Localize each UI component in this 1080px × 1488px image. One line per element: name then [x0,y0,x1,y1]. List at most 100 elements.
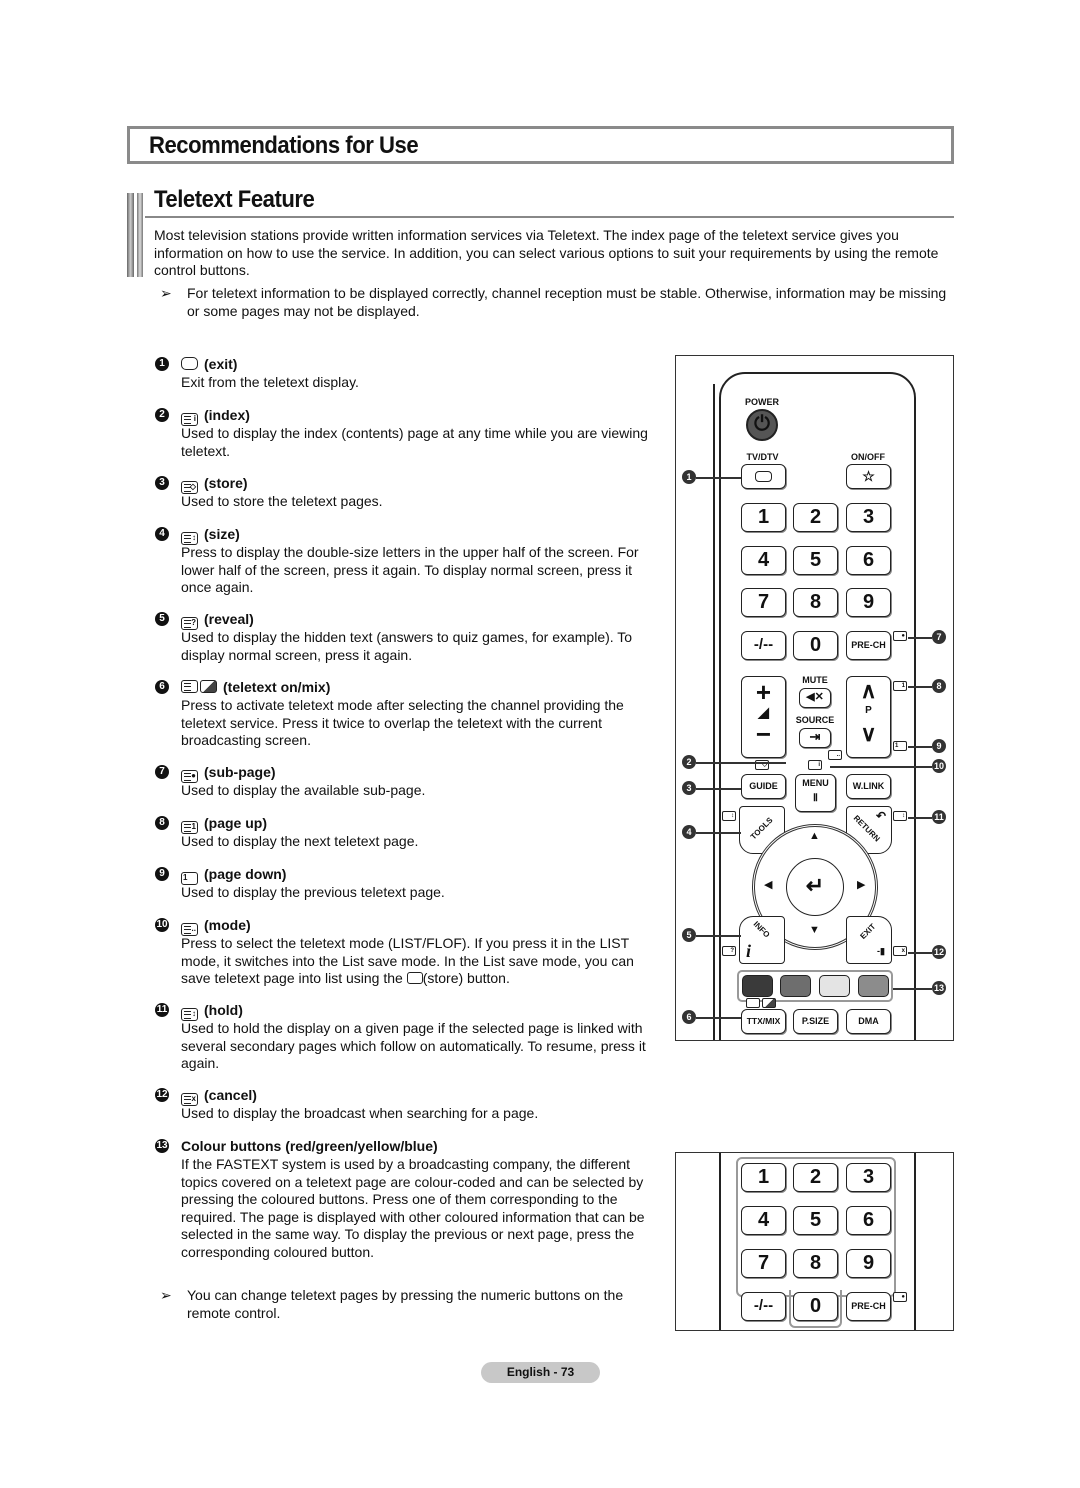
item-desc: Used to display the available sub-page. [181,782,426,798]
item-title: (sub-page) [204,764,276,780]
sub-page-icon: ● [893,631,907,641]
callout-8: 8 [932,679,946,693]
page-number: English - 73 [481,1362,600,1383]
green-button[interactable] [780,975,811,997]
prech-button[interactable]: PRE-CH [846,1292,891,1321]
prech-button[interactable]: PRE-CH [846,631,891,660]
right-arrow-button[interactable]: ▶ [857,878,865,891]
tvdtv-button[interactable] [741,464,786,489]
channel-down-icon[interactable]: ∨ [847,719,890,749]
item-desc: Used to display the next teletext page. [181,833,419,849]
callout-4: 4 [682,825,696,839]
teletext-mix-icon [200,680,217,693]
yellow-button[interactable] [819,975,850,997]
digit-5-button[interactable]: 5 [793,546,838,575]
teletext-on-icon [181,680,198,693]
digit-1-button[interactable]: 1 [741,503,786,532]
digit-8-button[interactable]: 8 [793,588,838,617]
digit-0-button[interactable]: 0 [793,1292,838,1321]
guide-button[interactable]: GUIDE [741,774,786,799]
callout-line [893,988,932,990]
callout-9: 9 [932,739,946,753]
return-icon: ↶ [875,809,886,823]
source-button[interactable]: ⇥ [799,728,831,748]
digit-3-button[interactable]: 3 [846,1163,891,1192]
item-desc: Used to display the index (contents) pag… [181,425,648,459]
item-title: (page down) [204,866,287,882]
note-arrow-icon: ➢ [160,1287,172,1303]
callout-line [696,477,741,479]
dma-button[interactable]: DMA [846,1009,891,1034]
power-label: POWER [744,397,779,407]
volume-rocker[interactable]: + ◢ − [741,676,786,758]
digit-1-button[interactable]: 1 [741,1163,786,1192]
dash-button[interactable]: -/-- [741,1292,786,1321]
dash-button[interactable]: -/-- [741,631,786,660]
psize-button[interactable]: P.SIZE [793,1009,838,1034]
volume-up-icon[interactable]: + [742,679,785,705]
callout-line [830,766,932,768]
digit-2-button[interactable]: 2 [793,1163,838,1192]
digit-2-button[interactable]: 2 [793,503,838,532]
channel-up-icon[interactable]: ∧ [847,679,890,703]
teletext-on-icon [746,998,760,1008]
up-arrow-button[interactable]: ▲ [809,830,820,842]
menu-icon: Ⅱ [813,793,818,804]
item-number: 2 [155,408,169,422]
item-number: 10 [155,918,169,932]
item-title: (reveal) [204,611,254,627]
callout-10: 10 [932,759,946,773]
reveal-icon: ? [722,946,736,956]
digit-0-button[interactable]: 0 [793,631,838,660]
callout-line [696,935,741,937]
item-number: 7 [155,765,169,779]
ttx-mix-button[interactable]: TTX/MIX [741,1009,786,1034]
note-text: You can change teletext pages by pressin… [187,1287,624,1321]
item-number: 4 [155,527,169,541]
callout-line [908,686,932,688]
digit-7-button[interactable]: 7 [741,588,786,617]
digit-9-button[interactable]: 9 [846,1249,891,1278]
power-button[interactable]: ⏻ [746,409,778,441]
item-number: 5 [155,612,169,626]
item-title: (cancel) [204,1087,257,1103]
mute-button[interactable]: ◀✕ [799,688,831,708]
item-desc: Used to hold the display on a given page… [181,1020,646,1071]
callout-line [908,817,932,819]
enter-button[interactable]: ↵ [786,858,844,916]
source-label: SOURCE [795,715,835,725]
left-arrow-button[interactable]: ◀ [764,878,772,891]
blue-button[interactable] [858,975,889,997]
feature-header-bars [127,193,145,277]
note-text: For teletext information to be displayed… [187,285,947,319]
digit-6-button[interactable]: 6 [846,1206,891,1235]
digit-9-button[interactable]: 9 [846,588,891,617]
red-button[interactable] [742,975,773,997]
item-number: 13 [155,1139,169,1153]
wlink-button[interactable]: W.LINK [846,774,891,799]
digit-4-button[interactable]: 4 [741,1206,786,1235]
callout-3: 3 [682,781,696,795]
item-number: 6 [155,680,169,694]
menu-button[interactable]: MENU Ⅱ [795,774,836,812]
item-title: (exit) [204,356,238,372]
exit-button[interactable]: EXIT -▮ [846,916,892,964]
index-icon: i [808,760,822,770]
digit-3-button[interactable]: 3 [846,503,891,532]
digit-7-button[interactable]: 7 [741,1249,786,1278]
down-arrow-button[interactable]: ▼ [809,924,820,936]
section-title: Recommendations for Use [149,132,419,159]
digit-8-button[interactable]: 8 [793,1249,838,1278]
item-number: 12 [155,1088,169,1102]
digit-4-button[interactable]: 4 [741,546,786,575]
onoff-button[interactable]: ☆ [846,464,891,489]
store-icon [406,972,423,984]
digit-5-button[interactable]: 5 [793,1206,838,1235]
volume-down-icon[interactable]: − [742,719,785,749]
info-button[interactable]: INFO i [739,916,785,964]
item-desc: Press to display the double-size letters… [181,544,639,595]
digit-6-button[interactable]: 6 [846,546,891,575]
item-title: (store) [204,475,248,491]
tvdtv-label: TV/DTV [746,452,779,462]
channel-rocker[interactable]: ∧ P ∨ [846,676,891,758]
